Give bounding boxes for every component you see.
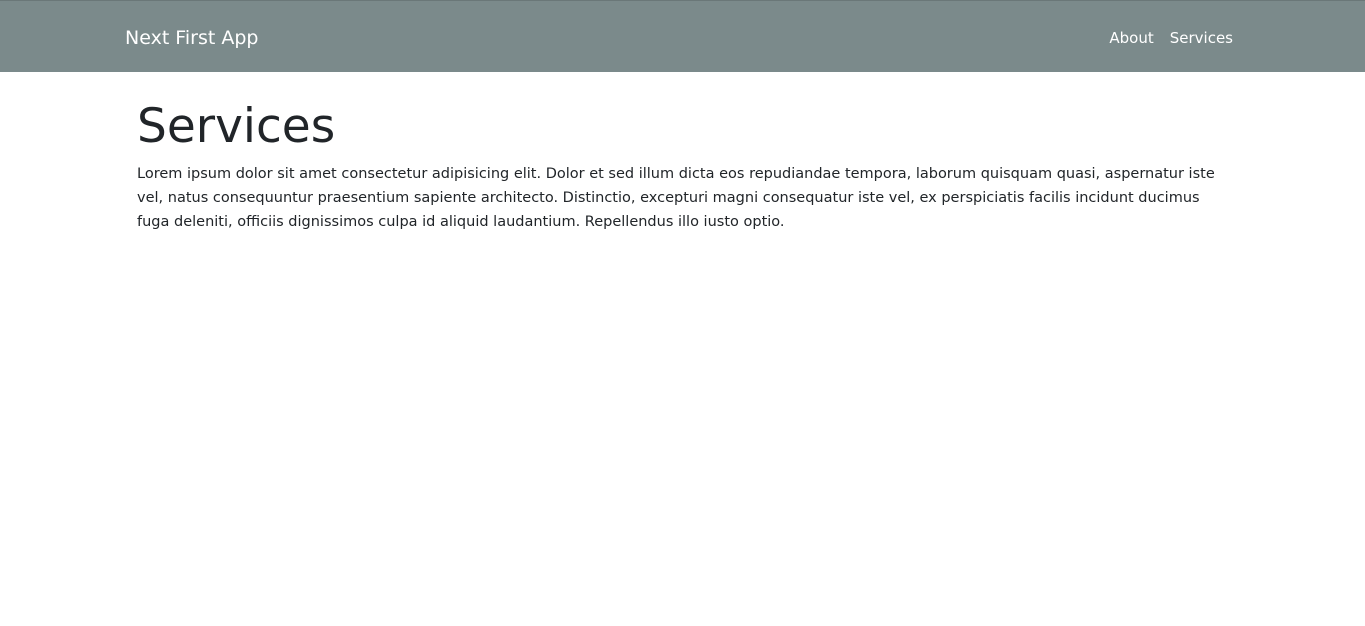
top-navbar: Next First App About Services xyxy=(0,0,1365,72)
main-content: Services Lorem ipsum dolor sit amet cons… xyxy=(137,96,1232,234)
brand-link[interactable]: Next First App xyxy=(125,26,258,50)
nav-link-about[interactable]: About xyxy=(1109,28,1153,48)
body-paragraph: Lorem ipsum dolor sit amet consectetur a… xyxy=(137,166,1215,230)
nav-link-services[interactable]: Services xyxy=(1170,28,1233,48)
page-title: Services xyxy=(137,99,336,154)
nav-links: About Services xyxy=(1109,28,1233,48)
